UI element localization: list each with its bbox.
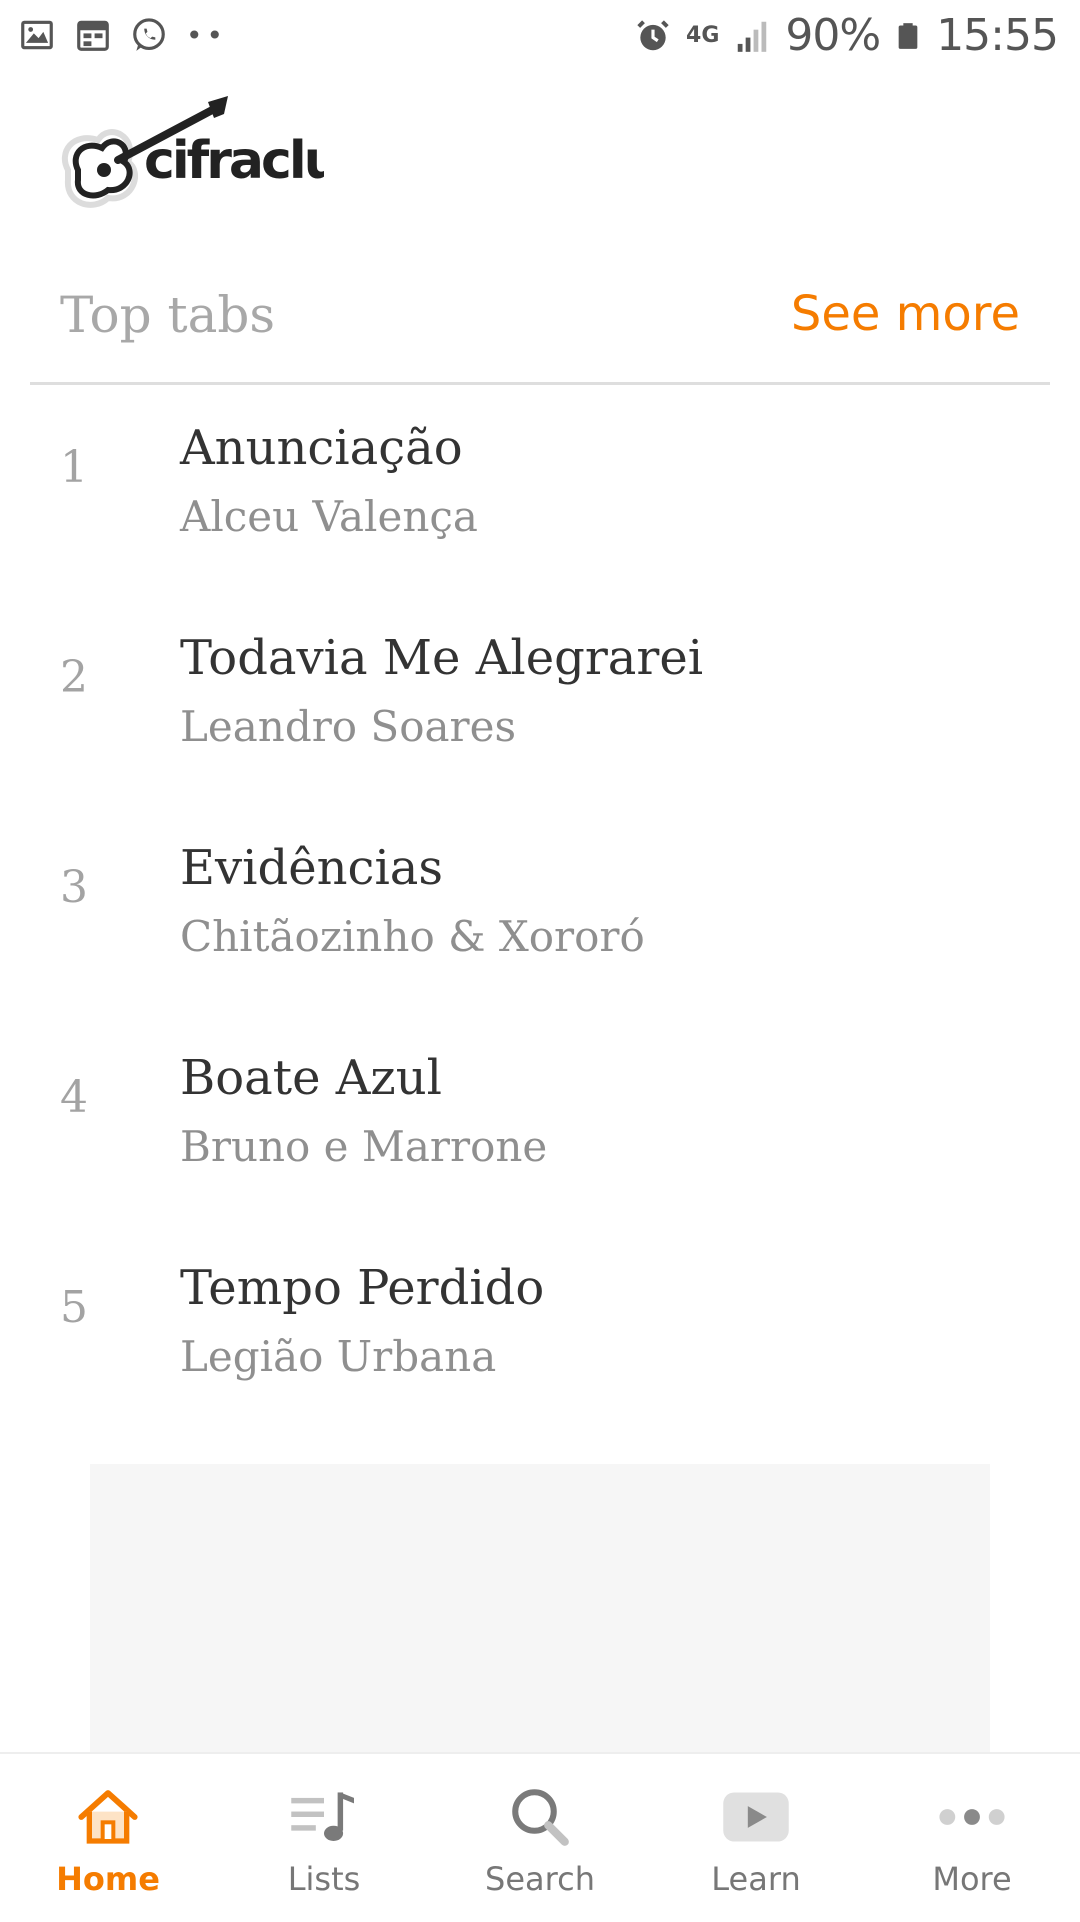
home-icon (66, 1780, 150, 1854)
learn-icon (714, 1780, 798, 1854)
tab-list-item[interactable]: 4 Boate Azul Bruno e Marrone (0, 1050, 1080, 1260)
nav-lists[interactable]: Lists (216, 1754, 432, 1922)
nav-home[interactable]: Home (0, 1754, 216, 1922)
tab-artist: Legião Urbana (180, 1332, 497, 1381)
logo-text: cifraclub (144, 131, 324, 191)
tab-rank: 4 (60, 1072, 88, 1123)
tab-list-item[interactable]: 5 Tempo Perdido Legião Urbana (0, 1260, 1080, 1470)
tab-title: Boate Azul (180, 1050, 442, 1106)
tab-list-item[interactable]: 3 Evidências Chitãozinho & Xororó (0, 840, 1080, 1050)
tab-artist: Leandro Soares (180, 702, 517, 751)
section-title: Top tabs (60, 286, 276, 344)
tab-artist: Chitãozinho & Xororó (180, 912, 645, 961)
more-icon (930, 1780, 1014, 1854)
top-tabs-list: 1 Anunciação Alceu Valença 2 Todavia Me … (0, 420, 1080, 1470)
nav-home-label: Home (56, 1860, 160, 1898)
nav-search[interactable]: Search (432, 1754, 648, 1922)
nav-learn-label: Learn (711, 1860, 801, 1898)
status-right: 4G 90% 15:55 (634, 10, 1059, 61)
battery-icon (898, 22, 918, 49)
tab-artist: Alceu Valença (180, 492, 478, 541)
section-header: Top tabs See more (30, 270, 1050, 385)
tab-rank: 3 (60, 862, 88, 913)
tab-title: Todavia Me Alegrarei (180, 630, 704, 686)
tab-rank: 5 (60, 1282, 88, 1333)
tab-rank: 2 (60, 652, 88, 703)
tab-artist: Bruno e Marrone (180, 1122, 548, 1171)
more-dots-icon: •• (186, 18, 228, 52)
status-bar: •• 4G 90% 15:55 (0, 0, 1080, 74)
nav-more[interactable]: More (864, 1754, 1080, 1922)
tab-title: Evidências (180, 840, 444, 896)
see-more-link[interactable]: See more (791, 286, 1020, 342)
whatsapp-icon (133, 18, 165, 51)
signal-icon (738, 21, 767, 52)
image-icon (21, 20, 53, 50)
tab-list-item[interactable]: 2 Todavia Me Alegrarei Leandro Soares (0, 630, 1080, 840)
nav-learn[interactable]: Learn (648, 1754, 864, 1922)
calendar-icon (77, 20, 109, 51)
nav-lists-label: Lists (287, 1860, 361, 1898)
nav-more-label: More (932, 1860, 1012, 1898)
search-icon (498, 1780, 582, 1854)
status-left: •• (18, 16, 227, 54)
network-type-label: 4G (686, 23, 720, 48)
tab-list-item[interactable]: 1 Anunciação Alceu Valença (0, 420, 1080, 630)
ad-placeholder (90, 1464, 990, 1754)
lists-icon (282, 1780, 366, 1854)
clock: 15:55 (936, 10, 1059, 61)
tab-title: Tempo Perdido (180, 1260, 545, 1316)
nav-search-label: Search (485, 1860, 595, 1898)
bottom-nav: Home Lists Search Learn More (0, 1752, 1080, 1922)
tab-rank: 1 (60, 442, 88, 493)
tab-title: Anunciação (180, 420, 463, 476)
alarm-icon (637, 19, 669, 50)
cifraclub-logo: cifraclub (61, 96, 324, 208)
battery-percent: 90% (785, 10, 881, 61)
